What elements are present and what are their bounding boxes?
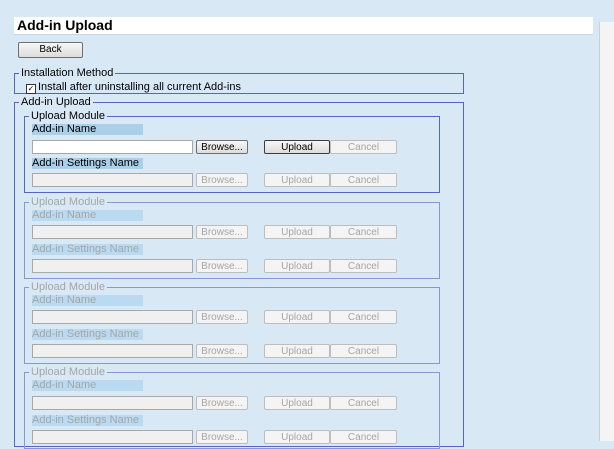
cancel-button[interactable]: Cancel — [330, 344, 397, 358]
addin-settings-field[interactable] — [32, 430, 193, 444]
install-checkbox-label: Install after uninstalling all current A… — [38, 81, 241, 93]
addin-name-label: Add-in Name — [32, 380, 143, 391]
addin-settings-name-label: Add-in Settings Name — [32, 244, 143, 255]
addin-settings-name-label: Add-in Settings Name — [32, 158, 143, 169]
addin-upload-legend: Add-in Upload — [21, 96, 91, 108]
browse-button[interactable]: Browse... — [196, 173, 248, 187]
addin-name-field[interactable] — [32, 396, 193, 410]
page-title: Add-in Upload — [17, 17, 113, 33]
addin-name-label: Add-in Name — [32, 295, 143, 306]
upload-module-legend: Upload Module — [31, 366, 105, 378]
browse-button[interactable]: Browse... — [196, 396, 248, 410]
installation-method-legend: Installation Method — [21, 67, 114, 79]
addin-settings-field[interactable] — [32, 173, 193, 187]
upload-button[interactable]: Upload — [264, 173, 330, 187]
cancel-button[interactable]: Cancel — [330, 430, 397, 444]
addin-settings-field[interactable] — [32, 259, 193, 273]
browse-button[interactable]: Browse... — [196, 225, 248, 239]
page-header: Add-in Upload — [14, 17, 593, 35]
cancel-button[interactable]: Cancel — [330, 396, 397, 410]
upload-button[interactable]: Upload — [264, 259, 330, 273]
browse-button[interactable]: Browse... — [196, 140, 248, 154]
upload-button[interactable]: Upload — [264, 430, 330, 444]
upload-module-legend: Upload Module — [31, 281, 105, 293]
browse-button[interactable]: Browse... — [196, 259, 248, 273]
addin-name-field[interactable] — [32, 310, 193, 324]
upload-button[interactable]: Upload — [264, 344, 330, 358]
addin-name-label: Add-in Name — [32, 124, 143, 135]
upload-module-legend: Upload Module — [31, 110, 105, 122]
upload-button[interactable]: Upload — [264, 310, 330, 324]
install-checkbox[interactable]: ✓ — [26, 84, 36, 94]
upload-module-legend: Upload Module — [31, 196, 105, 208]
addin-settings-field[interactable] — [32, 344, 193, 358]
install-option[interactable]: ✓ Install after uninstalling all current … — [26, 81, 241, 94]
addin-name-label: Add-in Name — [32, 210, 143, 221]
browse-button[interactable]: Browse... — [196, 344, 248, 358]
addin-settings-name-label: Add-in Settings Name — [32, 329, 143, 340]
cancel-button[interactable]: Cancel — [330, 140, 397, 154]
cancel-button[interactable]: Cancel — [330, 173, 397, 187]
cancel-button[interactable]: Cancel — [330, 225, 397, 239]
back-button[interactable]: Back — [18, 42, 83, 58]
browse-button[interactable]: Browse... — [196, 430, 248, 444]
vertical-scrollbar[interactable] — [599, 22, 614, 441]
cancel-button[interactable]: Cancel — [330, 310, 397, 324]
addin-settings-name-label: Add-in Settings Name — [32, 415, 143, 426]
upload-button[interactable]: Upload — [264, 396, 330, 410]
addin-name-field[interactable] — [32, 140, 193, 154]
browse-button[interactable]: Browse... — [196, 310, 248, 324]
upload-button[interactable]: Upload — [264, 140, 330, 154]
cancel-button[interactable]: Cancel — [330, 259, 397, 273]
addin-name-field[interactable] — [32, 225, 193, 239]
upload-button[interactable]: Upload — [264, 225, 330, 239]
